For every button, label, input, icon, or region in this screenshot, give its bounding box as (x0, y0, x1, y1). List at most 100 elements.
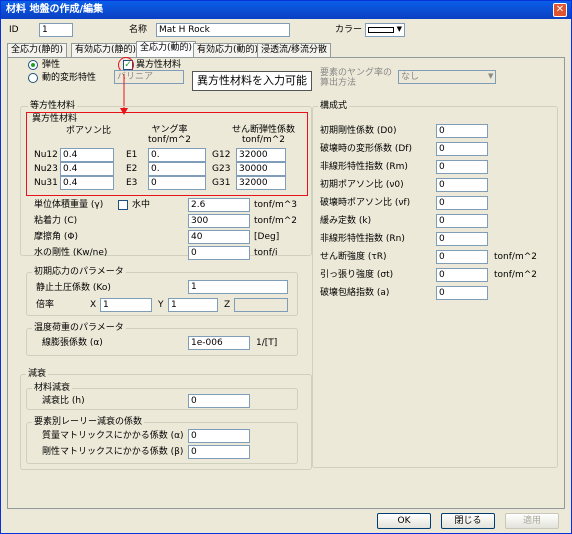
elastic-radio[interactable] (28, 60, 38, 70)
g12-field[interactable]: 32000 (236, 148, 286, 162)
prop-label: 摩擦角 (Φ) (34, 232, 78, 242)
constitutive-row-label: 破壊包絡指数 (a) (320, 288, 390, 298)
thermal-label: 線膨張係数 (α) (42, 338, 103, 348)
constitutive-row-field[interactable]: 0 (436, 142, 488, 156)
mass-coef-field[interactable]: 0 (188, 429, 250, 443)
damping-ratio-label: 減衰比 (h) (42, 396, 85, 406)
constitutive-row-field[interactable]: 0 (436, 232, 488, 246)
g23-field[interactable]: 30000 (236, 162, 286, 176)
color-swatch (368, 27, 394, 33)
constitutive-row-label: 引っ張り強度 (σt) (320, 270, 394, 280)
color-label: カラー (335, 25, 363, 35)
x-label: X (90, 300, 97, 310)
constitutive-row-field[interactable]: 0 (436, 268, 488, 282)
g31-field[interactable]: 32000 (236, 176, 286, 190)
color-picker[interactable]: ▼ (365, 23, 405, 37)
prop-unit: tonf/m^2 (254, 216, 297, 226)
title-bar: 材料 地盤の作成/編集 ✕ (1, 1, 571, 19)
id-field[interactable]: 1 (39, 23, 73, 37)
tab-panel: 弾性 動的変形特性 ✓ 異方性材料 バリニア 要素のヤング率の 算出方法 なし … (7, 57, 565, 509)
chevron-down-icon: ▼ (488, 72, 494, 80)
stiffness-coef-label: 剛性マトリックスにかかる係数 (β) (42, 447, 184, 457)
stiffness-coef-field[interactable]: 0 (188, 445, 250, 459)
constitutive-row-label: せん断強度 (τR) (320, 252, 387, 262)
prop-field[interactable]: 0 (188, 246, 250, 260)
tab-effective-dynamic[interactable]: 有効応力(動的) (193, 43, 263, 57)
damping-title: 減衰 (26, 369, 49, 380)
ok-button[interactable]: OK (377, 513, 431, 529)
prop-unit: [Deg] (254, 232, 280, 242)
z-label: Z (224, 300, 231, 310)
dynamic-radio[interactable] (28, 73, 38, 83)
prop-label: 水の剛性 (Kw/ne) (34, 248, 108, 258)
callout-note: 異方性材料を入力可能 (192, 71, 312, 91)
close-button[interactable]: 閉じる (441, 513, 495, 529)
chevron-down-icon: ▼ (396, 25, 402, 33)
constitutive-row-label: 非線形特性指数 (Rn) (320, 234, 405, 244)
initial-stress-title: 初期応力のパラメータ (32, 267, 126, 278)
k0-field[interactable]: 1 (188, 280, 288, 294)
thermal-unit: 1/[T] (256, 338, 278, 348)
underwater-label: 水中 (132, 200, 151, 210)
x-field[interactable]: 1 (100, 298, 152, 312)
elastic-label: 弾性 (42, 60, 61, 70)
constitutive-row-label: 破壊時の変形係数 (Df) (320, 144, 412, 154)
damping-ratio-field[interactable]: 0 (188, 394, 250, 408)
constitutive-row-field[interactable]: 0 (436, 196, 488, 210)
prop-field[interactable]: 300 (188, 214, 250, 228)
name-field[interactable]: Mat H Rock (156, 23, 290, 37)
rayleigh-title: 要素別レーリー減衰の係数 (32, 417, 145, 428)
e3-field[interactable]: 0 (148, 176, 206, 190)
constitutive-row-field[interactable]: 0 (436, 250, 488, 264)
e1-label: E1 (126, 150, 138, 160)
nu31-field[interactable]: 0.4 (60, 176, 114, 190)
tab-total-dynamic[interactable]: 全応力(動的) (136, 41, 197, 57)
prop-unit: tonf/i (254, 248, 278, 258)
g12-label: G12 (212, 150, 231, 160)
constitutive-row-label: 初期ポアソン比 (ν0) (320, 180, 404, 190)
k0-label: 静止土圧係数 (Ko) (36, 283, 111, 293)
constitutive-row-field[interactable]: 0 (436, 178, 488, 192)
constitutive-row-label: 緩み定数 (k) (320, 216, 372, 226)
constitutive-row-unit: tonf/m^2 (494, 270, 537, 280)
thermal-title: 温度荷重のパラメータ (32, 323, 126, 334)
tab-seepage[interactable]: 浸透流/移流分散 (257, 43, 332, 57)
nu12-field[interactable]: 0.4 (60, 148, 114, 162)
underwater-checkbox[interactable] (118, 200, 128, 210)
dyn-young-label: 要素のヤング率の 算出方法 (320, 68, 393, 88)
constitutive-row-label: 非線形特性指数 (Rm) (320, 162, 408, 172)
shear-header: せん断弾性係数 tonf/m^2 (232, 125, 296, 145)
prop-unit: tonf/m^3 (254, 200, 297, 210)
constitutive-group (312, 106, 558, 468)
mass-coef-label: 質量マトリックスにかかる係数 (α) (42, 431, 184, 441)
nu12-label: Nu12 (34, 150, 58, 160)
prop-field[interactable]: 2.6 (188, 198, 250, 212)
tab-effective-static[interactable]: 有効応力(静的) (71, 43, 141, 57)
constitutive-row-label: 初期剛性係数 (D0) (320, 126, 397, 136)
constitutive-row-label: 破壊時ポアソン比 (νf) (320, 198, 411, 208)
z-field[interactable] (234, 298, 288, 312)
constitutive-row-field[interactable]: 0 (436, 286, 488, 300)
constitutive-row-field[interactable]: 0 (436, 160, 488, 174)
y-field[interactable]: 1 (168, 298, 218, 312)
dynamic-label: 動的変形特性 (42, 73, 97, 83)
mult-label: 倍率 (36, 300, 55, 310)
e1-field[interactable]: 0. (148, 148, 206, 162)
constitutive-row-field[interactable]: 0 (436, 124, 488, 138)
nu23-field[interactable]: 0.4 (60, 162, 114, 176)
close-icon[interactable]: ✕ (553, 3, 567, 17)
poisson-header: ポアソン比 (66, 126, 112, 136)
g31-label: G31 (212, 178, 231, 188)
dyn-young-combo[interactable]: なし (398, 70, 496, 84)
name-label: 名称 (129, 25, 148, 35)
apply-button[interactable]: 適用 (505, 513, 559, 529)
constitutive-row-field[interactable]: 0 (436, 214, 488, 228)
window-title: 材料 地盤の作成/編集 (6, 4, 104, 15)
anisotropic-title: 異方性材料 (32, 114, 78, 124)
constitutive-row-unit: tonf/m^2 (494, 252, 537, 262)
constitutive-title: 構成式 (318, 101, 350, 112)
thermal-field[interactable]: 1e-006 (188, 336, 250, 350)
prop-field[interactable]: 40 (188, 230, 250, 244)
e2-field[interactable]: 0. (148, 162, 206, 176)
tab-total-static[interactable]: 全応力(静的) (7, 43, 68, 57)
